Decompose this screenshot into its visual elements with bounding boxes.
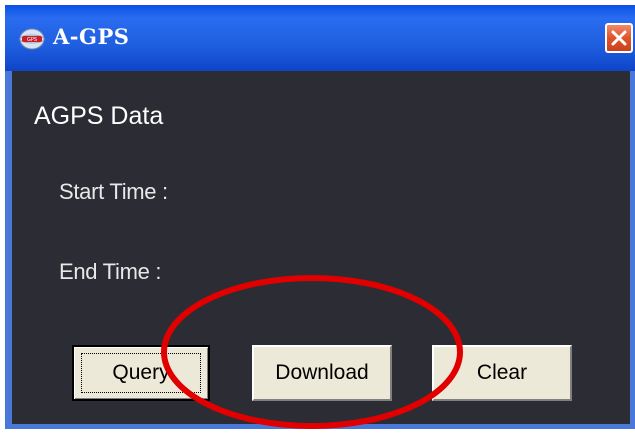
query-button[interactable]: Query [72,345,210,401]
title-bar[interactable]: GPS A-GPS [5,5,635,71]
clear-button[interactable]: Clear [432,345,572,401]
agps-globe-icon: GPS [19,28,45,50]
download-button-label: Download [275,361,369,384]
svg-text:GPS: GPS [27,37,37,43]
window-title: A-GPS [53,24,130,49]
download-button[interactable]: Download [252,345,392,401]
clear-button-label: Clear [476,361,528,384]
end-time-label: End Time : [59,259,162,284]
close-button[interactable] [605,23,633,53]
focus-rectangle [81,353,201,393]
dialog-content: AGPS Data Start Time : End Time : Query … [12,71,630,424]
start-time-label: Start Time : [59,179,168,204]
section-heading: AGPS Data [34,102,164,130]
agps-window: GPS A-GPS AGPS Data Start Time : End Tim… [5,5,635,429]
